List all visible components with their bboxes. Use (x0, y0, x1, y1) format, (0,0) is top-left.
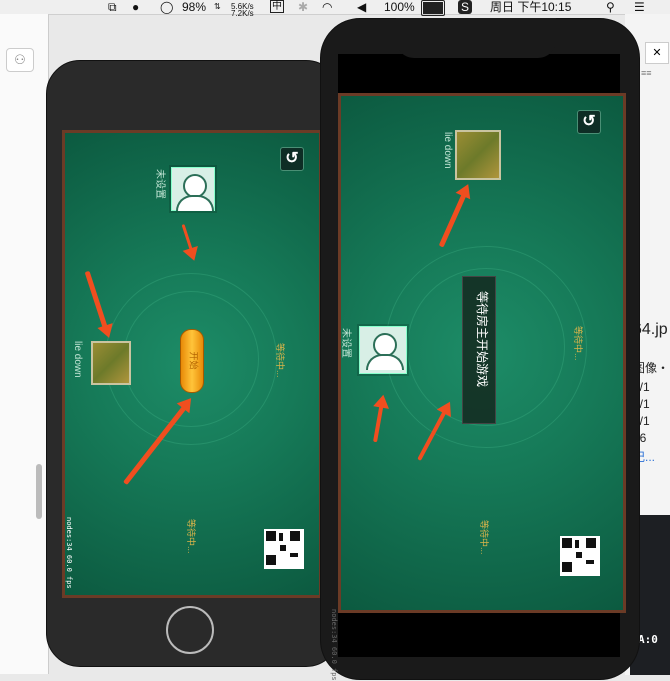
annotation-arrow (84, 270, 108, 330)
annotation-arrow (373, 404, 384, 443)
waiting-host-banner: 等待房主开始游戏 (462, 276, 496, 424)
avatar[interactable] (171, 167, 215, 211)
avatar-label: 未设置 (340, 328, 351, 358)
debug-stats: nodes:34 60.0 fps (65, 517, 73, 589)
bluetooth-icon[interactable]: ✱ (298, 0, 308, 14)
lie-down-label: lie down (442, 132, 453, 169)
battery-icon[interactable] (421, 0, 445, 16)
avatar-label: 未设置 (154, 169, 165, 199)
s-app-icon[interactable]: S (458, 0, 472, 14)
bottom-safe-area: nodes:34 60.0 fps (330, 607, 620, 681)
home-button[interactable] (166, 606, 214, 654)
debug-stats: nodes:34 60.0 fps (330, 609, 338, 681)
waiting-label: 等待中... (479, 520, 489, 555)
game-screen-left[interactable]: ↺ 未设置 lie down 开始 等待中... 等待中... nodes:34… (62, 130, 322, 598)
game-screen-right[interactable]: ↺ lie down 未设置 等待房主开始游戏 等待中... 等待中... (338, 93, 626, 613)
player-card[interactable] (91, 341, 131, 385)
menu-bar: ⧉ ● ◯ 98% ⇅ 5.6K/s 7.2K/s 中 ✱ ◠ ◀ 100% S… (0, 0, 670, 18)
top-safe-area (338, 54, 620, 93)
annotation-arrow (438, 192, 467, 248)
waiting-label: 等待中... (573, 326, 583, 361)
player-card[interactable] (455, 130, 501, 180)
toolbar-icon[interactable]: ≡≡ (641, 68, 670, 82)
status-icon[interactable]: ⧉ (108, 0, 117, 14)
arrows-icon: ⇅ (214, 2, 221, 11)
waiting-label: 等待中... (186, 519, 196, 554)
battery-percent: 98% (182, 0, 207, 14)
qr-code[interactable] (560, 536, 600, 576)
net-down: 7.2K/s (231, 9, 254, 18)
wifi-icon[interactable]: ◠ (322, 0, 332, 14)
search-icon[interactable]: ⚲ (606, 0, 615, 14)
battery-percent-2: 100% (384, 0, 415, 14)
background-window: ⚇ (0, 14, 49, 674)
circle-status-icon[interactable]: ◯ (160, 0, 173, 14)
wechat-icon[interactable]: ● (132, 0, 139, 14)
start-button[interactable]: 开始 (180, 329, 204, 393)
avatar[interactable] (359, 326, 407, 374)
qr-code[interactable] (264, 529, 304, 569)
input-method[interactable]: 中 (270, 0, 284, 13)
start-label: 开始 (188, 351, 199, 370)
contacts-icon[interactable]: ⚇ (6, 48, 34, 72)
notch (396, 18, 556, 58)
refresh-button[interactable]: ↺ (280, 147, 304, 171)
banner-text: 等待房主开始游戏 (475, 291, 489, 388)
clock[interactable]: 周日 下午10:15 (490, 0, 571, 14)
annotation-arrow (181, 224, 194, 252)
refresh-button[interactable]: ↺ (577, 110, 601, 134)
close-icon[interactable]: ✕ (645, 42, 669, 64)
volume-icon[interactable]: ◀ (357, 0, 366, 14)
lie-down-label: lie down (72, 341, 83, 378)
waiting-label: 等待中... (275, 343, 285, 378)
menu-list-icon[interactable]: ☰ (634, 0, 645, 14)
scrollbar[interactable] (36, 464, 42, 519)
stat-text: A:0 (638, 633, 658, 646)
